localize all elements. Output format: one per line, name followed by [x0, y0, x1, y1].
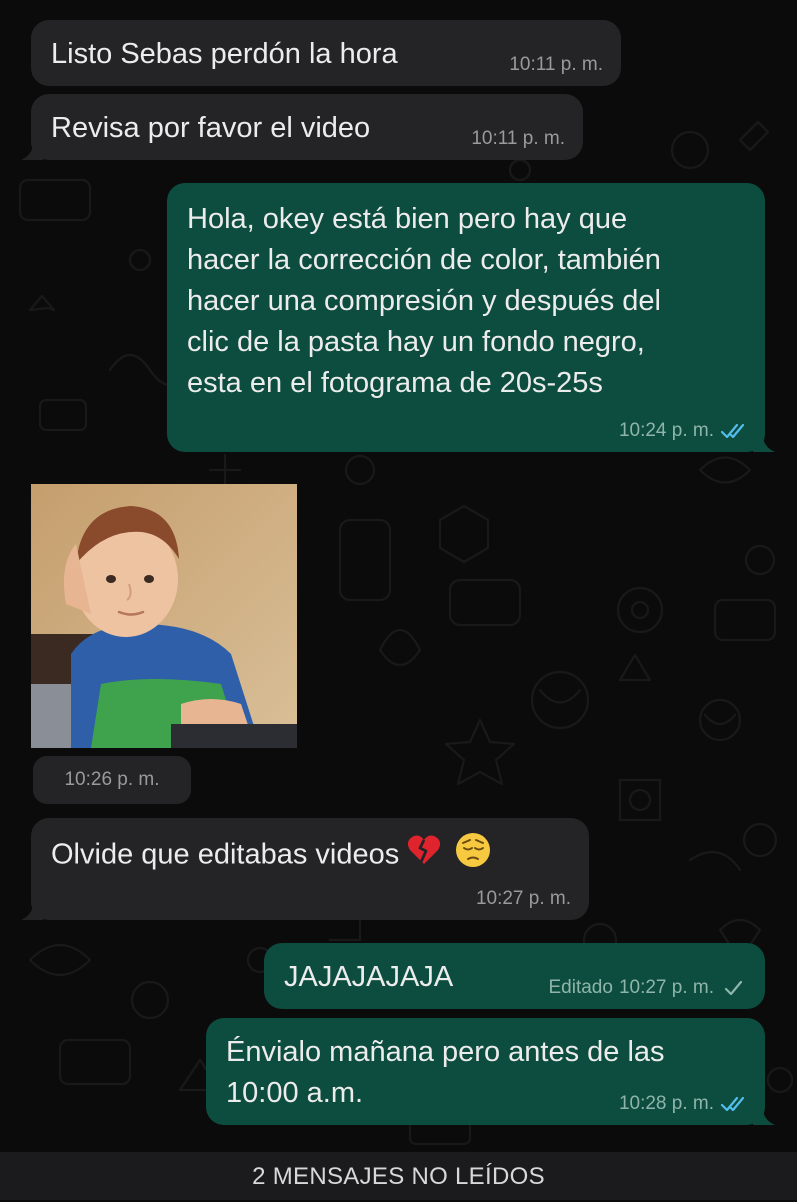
bubble-tail	[21, 898, 43, 920]
message-text: Listo Sebas perdón la hora	[51, 38, 398, 70]
image-message[interactable]	[31, 484, 297, 748]
message-timestamp: 10:11 p. m.	[471, 128, 565, 150]
timestamp-text: 10:27 p. m.	[618, 977, 714, 998]
message-bubble-outgoing[interactable]: JAJAJAJAJA Editado 10:27 p. m.	[264, 943, 765, 1009]
bubble-tail	[21, 138, 43, 160]
image-timestamp: 10:26 p. m.	[33, 756, 191, 804]
timestamp-text: 10:11 p. m.	[471, 128, 565, 149]
bubble-tail	[753, 1103, 775, 1125]
timestamp-text: 10:27 p. m.	[475, 888, 571, 909]
message-timestamp: 10:27 p. m.	[476, 888, 571, 910]
message-text: JAJAJAJAJA	[284, 961, 454, 993]
message-bubble-outgoing[interactable]: Hola, okey está bien pero hay que hacer …	[167, 183, 775, 452]
message-timestamp: 10:24 p. m.	[619, 420, 747, 442]
message-text: Revisa por favor el video	[51, 112, 371, 144]
message-bubble-incoming[interactable]: Listo Sebas perdón la hora 10:11 p. m.	[31, 20, 621, 86]
bubble-tail	[753, 430, 775, 452]
message-text: Hola, okey está bien pero hay que hacer …	[187, 203, 661, 399]
message-timestamp: Editado 10:27 p. m.	[548, 977, 747, 999]
unread-messages-banner[interactable]: 2 MENSAJES NO LEÍDOS	[0, 1152, 797, 1200]
chat-message-list[interactable]: Listo Sebas perdón la hora 10:11 p. m. R…	[0, 0, 797, 1200]
single-check-sent-icon	[724, 980, 743, 996]
message-bubble-incoming[interactable]: Olvide que editabas videos 10:27 p. m.	[21, 818, 589, 920]
message-text: Olvide que editabas videos	[51, 838, 400, 871]
pensive-face-emoji	[455, 832, 491, 880]
broken-heart-emoji	[407, 834, 441, 878]
message-bubble-outgoing[interactable]: Énvialo mañana pero antes de las 10:00 a…	[206, 1018, 775, 1125]
child-reaction-photo	[31, 484, 297, 748]
double-check-read-icon	[720, 423, 745, 439]
message-timestamp: 10:11 p. m.	[509, 54, 603, 76]
message-timestamp: 10:28 p. m.	[619, 1093, 747, 1115]
double-check-read-icon	[720, 1096, 745, 1112]
message-bubble-incoming[interactable]: Revisa por favor el video 10:11 p. m.	[21, 94, 583, 160]
edited-label: Editado	[548, 977, 613, 998]
message-text: Énvialo mañana pero antes de las 10:00 a…	[226, 1036, 665, 1109]
timestamp-text: 10:11 p. m.	[509, 54, 603, 75]
timestamp-text: 10:24 p. m.	[618, 420, 714, 441]
timestamp-text: 10:28 p. m.	[618, 1093, 714, 1114]
